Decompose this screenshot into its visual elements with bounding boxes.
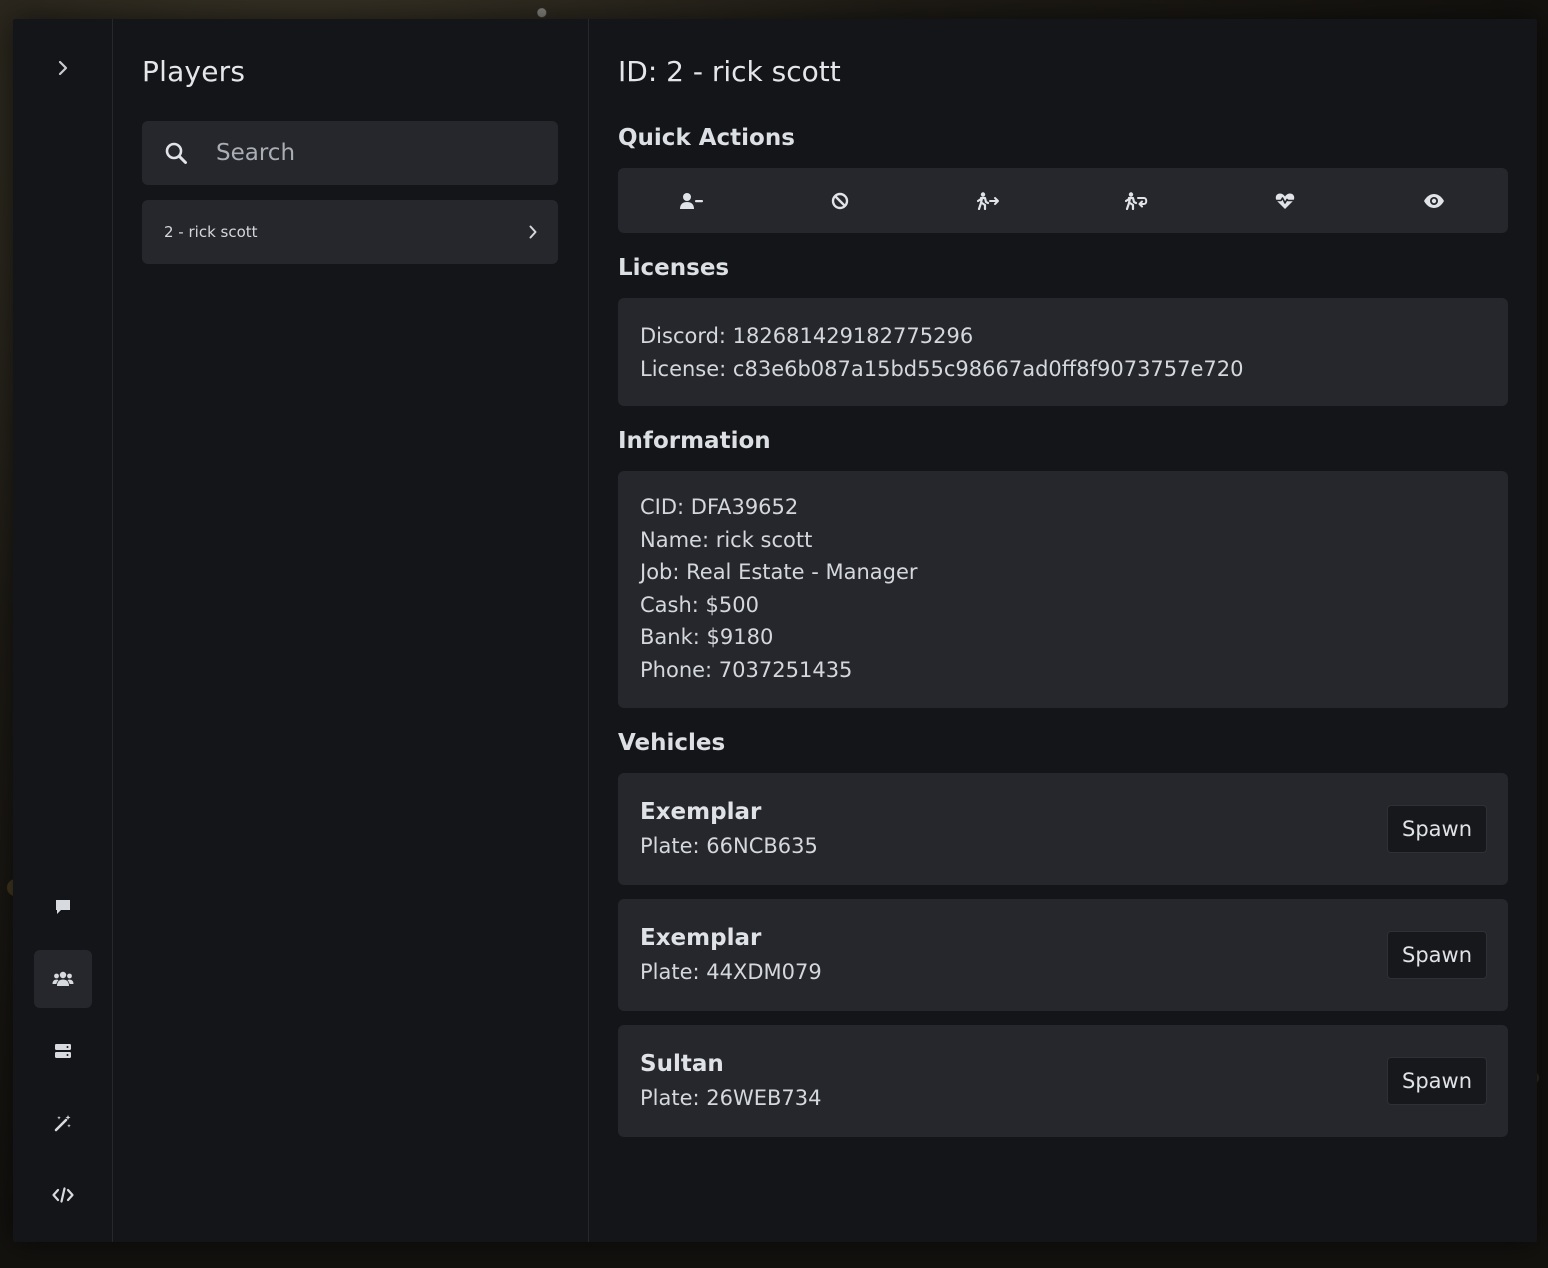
sidebar-item-tools[interactable] — [34, 1094, 92, 1152]
search-input[interactable] — [214, 139, 518, 167]
info-name: Name: rick scott — [640, 527, 813, 552]
info-cash: Cash: $500 — [640, 592, 759, 617]
players-panel: Players 2 - rick scott — [113, 19, 589, 1242]
information-title: Information — [618, 428, 771, 454]
kick-player-button[interactable] — [618, 168, 766, 233]
quick-actions-title: Quick Actions — [618, 125, 795, 151]
chevron-right-icon — [528, 224, 538, 240]
spawn-vehicle-button[interactable]: Spawn — [1386, 931, 1487, 979]
licenses-box: Discord: 182681429182775296 License: c83… — [618, 298, 1508, 406]
vehicle-card: Sultan Plate: 26WEB734 Spawn — [618, 1025, 1508, 1137]
sidebar-toggle-button[interactable] — [48, 53, 78, 83]
discord-license: Discord: 182681429182775296 — [640, 324, 974, 348]
revive-player-button[interactable] — [1211, 168, 1359, 233]
server-icon — [54, 1043, 72, 1059]
heart-pulse-icon — [1275, 192, 1295, 210]
admin-menu-window: Players 2 - rick scott ID: 2 - rick scot… — [13, 19, 1537, 1242]
spawn-vehicle-button[interactable]: Spawn — [1386, 1057, 1487, 1105]
vehicles-title: Vehicles — [618, 730, 726, 756]
vehicle-info: Sultan Plate: 26WEB734 — [640, 1047, 822, 1115]
player-details-title: ID: 2 - rick scott — [618, 55, 841, 88]
info-job: Job: Real Estate - Manager — [640, 560, 918, 584]
licenses-title: Licenses — [618, 255, 730, 281]
vehicle-model: Exemplar — [640, 925, 762, 951]
vehicle-card: Exemplar Plate: 66NCB635 Spawn — [618, 773, 1508, 885]
player-list-item-label: 2 - rick scott — [164, 223, 258, 241]
chat-icon — [54, 898, 72, 916]
sidebar-item-players[interactable] — [33, 950, 92, 1008]
info-phone: Phone: 7037251435 — [640, 657, 853, 682]
search-icon — [164, 141, 188, 165]
info-bank: Bank: $9180 — [640, 625, 774, 649]
chevron-right-icon — [57, 59, 69, 77]
vehicle-info: Exemplar Plate: 66NCB635 — [640, 795, 818, 863]
magic-wand-icon — [54, 1114, 72, 1132]
player-list-item[interactable]: 2 - rick scott — [142, 200, 558, 264]
ban-icon — [831, 192, 849, 210]
quick-actions-bar — [618, 168, 1508, 233]
spawn-vehicle-button[interactable]: Spawn — [1386, 805, 1487, 853]
sidebar-item-developer[interactable] — [34, 1166, 92, 1224]
vehicle-plate: Plate: 66NCB635 — [640, 834, 818, 858]
sidebar-item-server[interactable] — [34, 1022, 92, 1080]
vehicle-model: Exemplar — [640, 799, 762, 825]
game-license: License: c83e6b087a15bd55c98667ad0ff8f90… — [640, 356, 1244, 381]
info-cid: CID: DFA39652 — [640, 495, 799, 519]
sidebar-item-chat[interactable] — [34, 878, 92, 936]
sidebar-nav — [13, 878, 112, 1224]
ban-player-button[interactable] — [766, 168, 914, 233]
player-details-panel: ID: 2 - rick scott Quick Actions License… — [589, 19, 1537, 1242]
player-search-box[interactable] — [142, 121, 558, 185]
person-arrow-right-icon — [976, 191, 1001, 210]
person-arrow-return-icon — [1125, 191, 1149, 210]
information-box: CID: DFA39652 Name: rick scott Job: Real… — [618, 471, 1508, 708]
user-minus-icon — [680, 192, 704, 210]
vehicle-model: Sultan — [640, 1051, 724, 1077]
vehicle-plate: Plate: 44XDM079 — [640, 960, 822, 984]
players-title: Players — [142, 55, 246, 88]
vehicle-plate: Plate: 26WEB734 — [640, 1086, 822, 1110]
spectate-player-button[interactable] — [1360, 168, 1508, 233]
bring-player-button[interactable] — [1063, 168, 1211, 233]
vehicle-card: Exemplar Plate: 44XDM079 Spawn — [618, 899, 1508, 1011]
eye-icon — [1423, 193, 1445, 209]
code-icon — [51, 1187, 74, 1203]
vehicle-info: Exemplar Plate: 44XDM079 — [640, 921, 822, 989]
users-icon — [52, 971, 74, 987]
teleport-to-player-button[interactable] — [915, 168, 1063, 233]
sidebar-rail — [13, 19, 113, 1242]
